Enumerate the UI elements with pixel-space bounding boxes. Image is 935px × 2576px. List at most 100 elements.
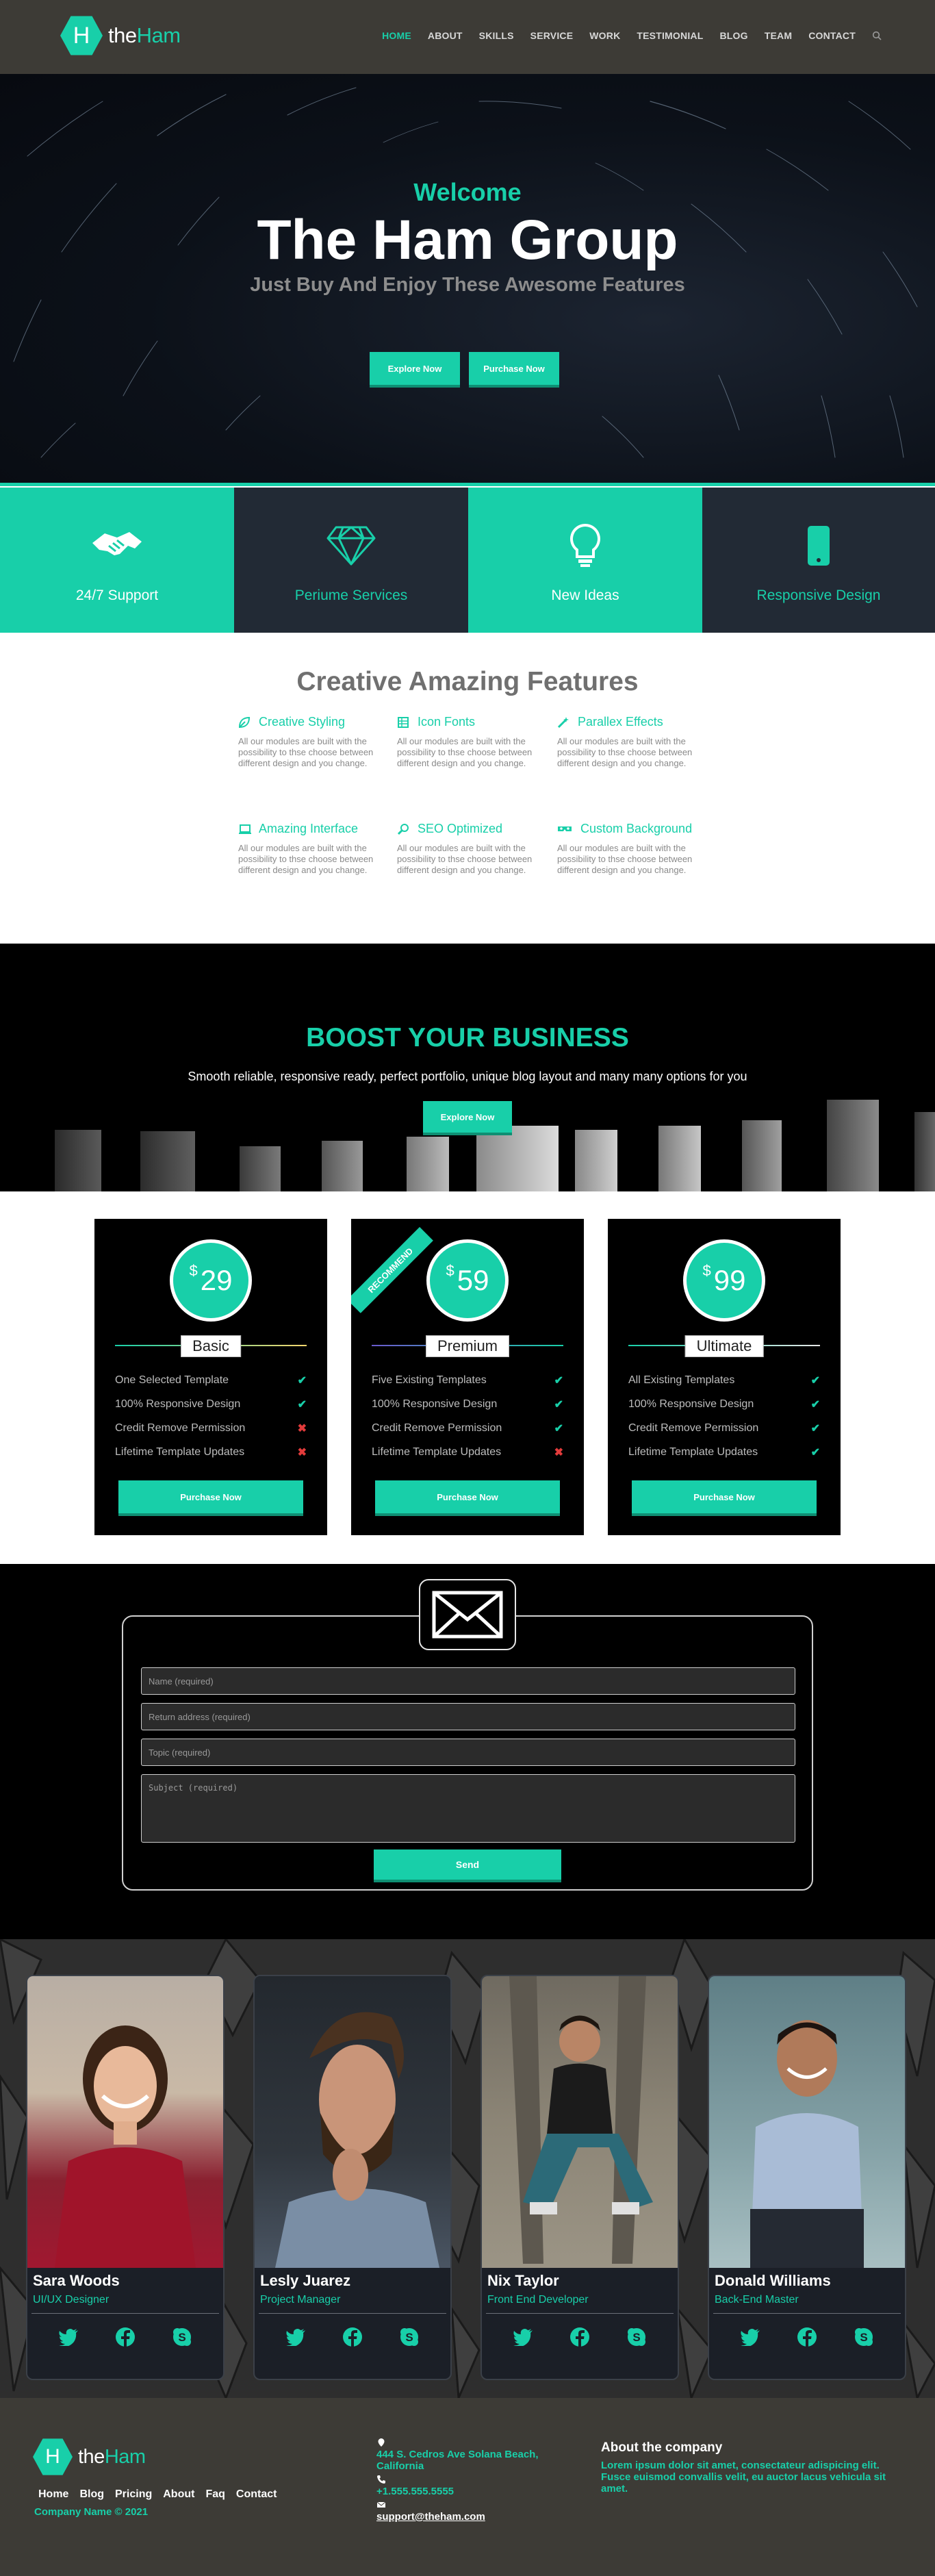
facebook-icon[interactable] [114,2325,137,2349]
cross-icon: ✖ [297,1446,307,1459]
plan-features: Five Existing Templates ✔ 100% Responsive… [372,1368,563,1464]
plan-feature: Lifetime Template Updates ✔ [628,1445,820,1459]
twitter-icon[interactable] [57,2325,80,2349]
leaf-icon [238,716,251,729]
feature-desc: All our modules are built with the possi… [238,843,374,875]
service-perfume[interactable]: Periume Services [234,488,468,633]
divider [259,2313,446,2314]
diamond-icon [324,522,379,570]
nav-skills[interactable]: SKILLS [479,30,514,41]
plan-feature: Credit Remove Permission ✖ [115,1422,307,1435]
twitter-icon[interactable] [511,2325,535,2349]
nav-contact[interactable]: CONTACT [808,30,856,41]
service-responsive[interactable]: Responsive Design [702,488,935,633]
contact-info: 444 S. Cedros Ave Solana Beach, Californ… [376,2438,561,2525]
feature-item: SEO Optimized All our modules are built … [397,822,541,876]
nav-home[interactable]: HOME [382,30,411,41]
contact-section: Name (required) Return address (required… [0,1564,935,1939]
contact-form: Name (required) Return address (required… [122,1615,813,1891]
decor-bar [407,1137,449,1191]
search-icon[interactable] [872,31,882,40]
plan-feature: 100% Responsive Design ✔ [628,1398,820,1411]
footer-link-home[interactable]: Home [38,2488,68,2501]
nav-testimonial[interactable]: TESTIMONIAL [637,30,703,41]
skype-icon[interactable]: S [398,2325,421,2349]
service-ideas[interactable]: New Ideas [468,488,702,633]
about-title: About the company [601,2440,723,2455]
logo-text: theHam [78,2445,146,2468]
facebook-icon[interactable] [795,2325,819,2349]
check-icon: ✔ [810,1446,820,1459]
plan-feature: Five Existing Templates ✔ [372,1374,563,1387]
name-field[interactable]: Name (required) [141,1667,795,1695]
feature-desc: All our modules are built with the possi… [397,843,533,875]
check-icon: ✔ [810,1374,820,1387]
facebook-icon[interactable] [568,2325,591,2349]
boost-explore-button[interactable]: Explore Now [423,1101,512,1133]
search-icon [397,823,409,835]
feature-title: Amazing Interface [259,822,359,835]
logo-text: theHam [108,23,181,47]
logo-mark: H [33,2438,73,2475]
footer-link-pricing[interactable]: Pricing [115,2488,152,2501]
member-role: Project Manager [260,2294,341,2306]
nav-work[interactable]: WORK [589,30,620,41]
hero-explore-button[interactable]: Explore Now [370,352,460,385]
svg-text:S: S [406,2331,413,2344]
header: H theHam HOME ABOUT SKILLS SERVICE WORK … [0,0,935,74]
nav-about[interactable]: ABOUT [428,30,463,41]
purchase-button[interactable]: Purchase Now [632,1480,817,1513]
phone[interactable]: +1.555.555.5555 [376,2486,561,2497]
team-card: Lesly Juarez Project Manager S [253,1975,452,2380]
price-badge: $59 [426,1239,509,1322]
footer-link-about[interactable]: About [163,2488,194,2501]
social-links: S [709,2325,905,2349]
member-role: Back-End Master [715,2294,799,2306]
check-icon: ✔ [297,1398,307,1411]
handshake-icon [90,522,144,570]
feature-item: Amazing Interface All our modules are bu… [238,822,382,876]
skype-icon[interactable]: S [170,2325,194,2349]
send-button[interactable]: Send [374,1849,561,1880]
plan-feature: Lifetime Template Updates ✖ [372,1445,563,1459]
mask-icon [557,823,572,835]
plan-features: One Selected Template ✔ 100% Responsive D… [115,1368,307,1464]
phone-icon [377,2475,385,2484]
svg-text:S: S [179,2331,186,2344]
plan-name: Premium [425,1335,510,1357]
service-support[interactable]: 24/7 Support [0,488,234,633]
logo[interactable]: H theHam [60,14,181,58]
footer-logo[interactable]: H theHam [33,2435,146,2479]
nav-team[interactable]: TEAM [765,30,792,41]
subject-textarea[interactable]: Subject (required) [141,1774,795,1843]
member-name: Nix Taylor [487,2272,559,2289]
topic-field[interactable]: Topic (required) [141,1739,795,1766]
check-icon: ✔ [554,1422,563,1435]
nav-blog[interactable]: BLOG [719,30,747,41]
feature-desc: All our modules are built with the possi… [557,843,693,875]
decor-bar [658,1126,701,1191]
email-field[interactable]: Return address (required) [141,1703,795,1730]
feature-title: Parallex Effects [578,715,663,729]
laptop-icon [238,823,251,835]
skype-icon[interactable]: S [625,2325,648,2349]
cross-icon: ✖ [297,1422,307,1435]
mobile-icon [791,522,846,570]
nav-service[interactable]: SERVICE [530,30,574,41]
facebook-icon[interactable] [341,2325,364,2349]
team-section: Sara Woods UI/UX Designer S Lesly Juarez… [0,1939,935,2398]
footer-link-contact[interactable]: Contact [236,2488,277,2501]
feature-item: Icon Fonts All our modules are built wit… [397,715,541,769]
feature-title: Custom Background [580,822,693,835]
purchase-button[interactable]: Purchase Now [118,1480,303,1513]
twitter-icon[interactable] [739,2325,762,2349]
check-icon: ✔ [554,1374,563,1387]
skype-icon[interactable]: S [852,2325,875,2349]
price-badge: $29 [170,1239,252,1322]
twitter-icon[interactable] [284,2325,307,2349]
email-link[interactable]: support@theham.com [376,2511,561,2523]
footer-link-faq[interactable]: Faq [205,2488,225,2501]
footer-link-blog[interactable]: Blog [79,2488,104,2501]
hero-purchase-button[interactable]: Purchase Now [469,352,559,385]
purchase-button[interactable]: Purchase Now [375,1480,560,1513]
